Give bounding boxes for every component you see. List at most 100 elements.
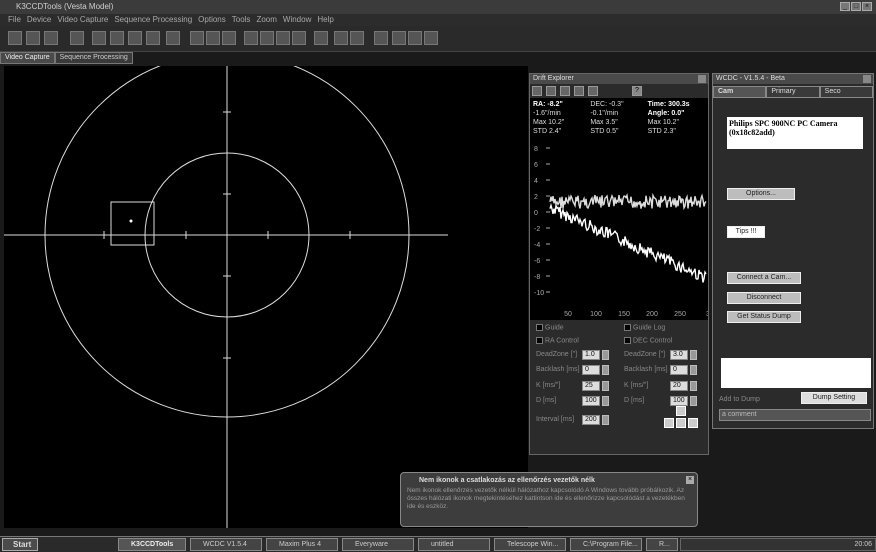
task-wcdc[interactable]: WCDC V1.5.4 [190,538,262,551]
tab-cam[interactable]: Cam [713,86,767,98]
toolbar-button[interactable] [244,31,258,45]
drift-close-button[interactable] [698,75,706,83]
task-untitled[interactable]: untitled [418,538,490,551]
guide-stop-button[interactable] [676,418,686,428]
backlash-ra-spinner[interactable] [602,365,609,375]
toolbar-button[interactable] [334,31,348,45]
toolbar-button[interactable] [314,31,328,45]
toolbar-button[interactable] [374,31,388,45]
menu-options[interactable]: Options [198,14,226,26]
menu-sequence-processing[interactable]: Sequence Processing [114,14,192,26]
menu-help[interactable]: Help [317,14,333,26]
ra-control-checkbox[interactable]: RA Control [536,337,579,344]
help-icon[interactable]: ? [632,86,642,96]
settings-icon[interactable] [588,86,598,96]
task-everyware[interactable]: Everyware [342,538,414,551]
tab-primary[interactable]: Primary [766,86,820,98]
close-button[interactable]: × [862,2,872,11]
d-dec-field[interactable]: 100 [670,396,688,406]
task-maxim[interactable]: Maxim Plus 4 [266,538,338,551]
get-status-dump-button[interactable]: Get Status Dump [727,311,801,323]
backlash-dec-spinner[interactable] [690,365,697,375]
toolbar-button[interactable] [350,31,364,45]
d-ra-field[interactable]: 100 [582,396,600,406]
ra-trace [549,192,707,211]
toolbar-button[interactable] [44,31,58,45]
menu-file[interactable]: File [8,14,21,26]
dump-setting-button[interactable]: Dump Setting [801,392,867,404]
wcdc-close-button[interactable] [863,75,871,83]
chart-icon[interactable] [560,86,570,96]
toolbar-button[interactable] [392,31,406,45]
k-dec-spinner[interactable] [690,381,697,391]
notification-body: Nem ikonok ellenőrzés vezetők nélkül hál… [407,487,685,510]
task-program-files[interactable]: C:\Program File... [570,538,642,551]
task-r[interactable]: R... [646,538,678,551]
d-ra-spinner[interactable] [602,396,609,406]
toolbar-button[interactable] [110,31,124,45]
guide-star-box[interactable] [110,201,155,246]
capture-icon[interactable] [546,86,556,96]
toolbar-button[interactable] [408,31,422,45]
save-icon[interactable] [574,86,584,96]
toolbar-button[interactable] [222,31,236,45]
connect-cam-button[interactable]: Connect a Cam... [727,272,801,284]
guide-left-button[interactable] [664,418,674,428]
tips-button[interactable]: Tips !!! [727,226,765,238]
toolbar-button[interactable] [70,31,84,45]
drift-graph-svg: 8 6 4 2 0 -2 -4 -6 -8 -10 50 100 150 200 250 3 [534,146,710,318]
toolbar-button[interactable] [276,31,290,45]
menu-window[interactable]: Window [283,14,311,26]
comment-input[interactable]: a comment [719,409,871,421]
menu-tools[interactable]: Tools [232,14,251,26]
close-icon[interactable]: × [686,476,694,484]
toolbar-button[interactable] [260,31,274,45]
menu-device[interactable]: Device [27,14,51,26]
y-tick-label: -2 [534,226,540,233]
task-telescope[interactable]: Telescope Win... [494,538,566,551]
menu-zoom[interactable]: Zoom [256,14,276,26]
options-button[interactable]: Options... [727,188,795,200]
k-dec-field[interactable]: 20 [670,381,688,391]
start-button[interactable]: Start [2,538,38,551]
deadzone-ra-field[interactable]: 1.0 [582,350,600,360]
toolbar-button[interactable] [8,31,22,45]
deadzone-dec-field[interactable]: 3.0 [670,350,688,360]
interval-field[interactable]: 200 [582,415,600,425]
network-notification[interactable]: Nem ikonok a csatlakozás az ellenőrzés v… [400,472,698,527]
backlash-dec-field[interactable]: 0 [670,365,688,375]
tab-sequence-processing[interactable]: Sequence Processing [54,52,133,64]
interval-spinner[interactable] [602,415,609,425]
toolbar-button[interactable] [424,31,438,45]
drift-icon-row: ? [530,84,708,98]
k-ra-field[interactable]: 25 [582,381,600,391]
d-dec-spinner[interactable] [690,396,697,406]
guide-up-button[interactable] [676,406,686,416]
maximize-button[interactable]: □ [851,2,861,11]
toolbar-button[interactable] [92,31,106,45]
video-capture-view[interactable] [4,66,528,528]
toolbar-button[interactable] [26,31,40,45]
guide-log-checkbox[interactable]: Guide Log [624,324,665,331]
toolbar-button[interactable] [292,31,306,45]
k-ra-spinner[interactable] [602,381,609,391]
deadzone-dec-spinner[interactable] [690,350,697,360]
minimize-button[interactable]: _ [840,2,850,11]
tab-secondary[interactable]: Seco [819,86,873,98]
guide-right-button[interactable] [688,418,698,428]
dec-control-checkbox[interactable]: DEC Control [624,337,672,344]
task-k3ccdtools[interactable]: K3CCDTools [118,538,186,551]
toolbar-button[interactable] [190,31,204,45]
backlash-ra-field[interactable]: 0 [582,365,600,375]
toolbar-button[interactable] [206,31,220,45]
tab-video-capture[interactable]: Video Capture [0,52,55,64]
deadzone-ra-spinner[interactable] [602,350,609,360]
dec-stats: DEC: -0.3" -0.1"/min Max 3.5" STD 0.5" [590,101,624,135]
toolbar-button[interactable] [128,31,142,45]
toolbar-button[interactable] [146,31,160,45]
menu-video-capture[interactable]: Video Capture [57,14,108,26]
reset-icon[interactable] [532,86,542,96]
toolbar-button[interactable] [166,31,180,45]
guide-checkbox[interactable]: Guide [536,324,564,331]
disconnect-button[interactable]: Disconnect [727,292,801,304]
